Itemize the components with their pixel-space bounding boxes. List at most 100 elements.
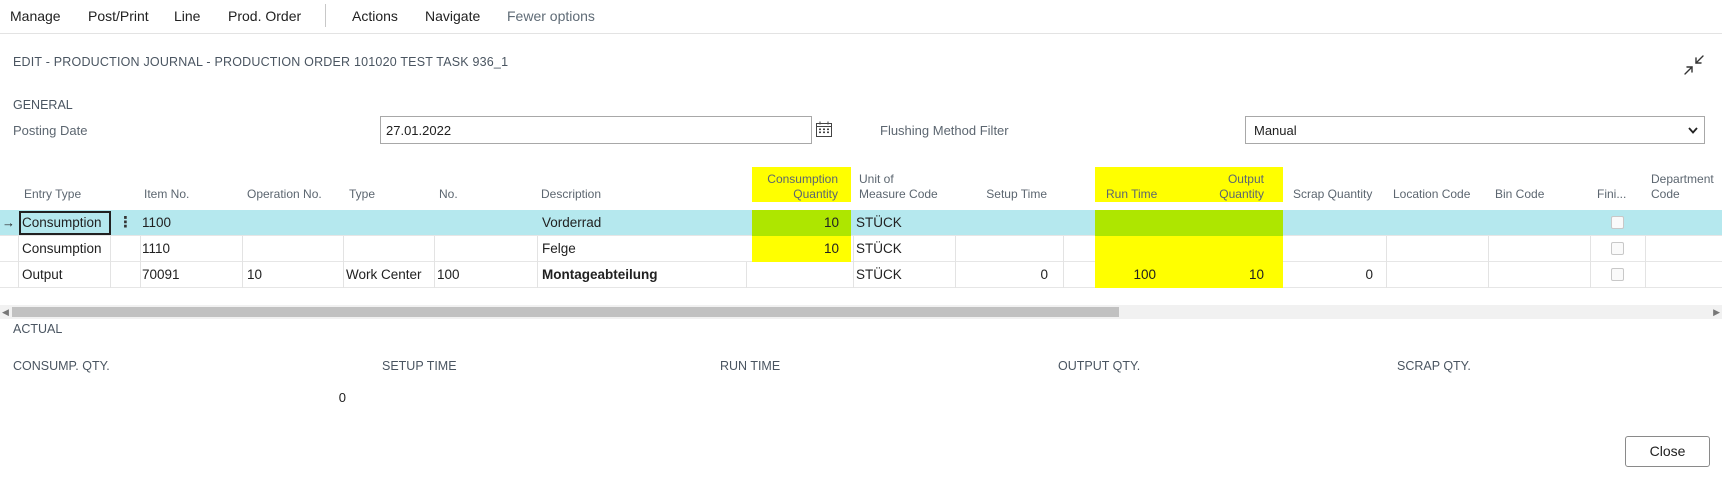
col-divider xyxy=(110,236,111,262)
cell-run-time[interactable] xyxy=(1100,210,1156,236)
col-divider xyxy=(1590,236,1591,262)
col-header-output-quantity-line1: Output xyxy=(1227,172,1264,186)
col-divider xyxy=(853,262,854,288)
cell-output-quantity[interactable]: 10 xyxy=(1180,262,1264,288)
cell-no[interactable]: 100 xyxy=(437,262,460,288)
cell-unit-of-measure[interactable]: STÜCK xyxy=(856,236,902,262)
col-header-finished[interactable]: Fini... xyxy=(1597,187,1626,202)
col-divider xyxy=(434,236,435,262)
cell-scrap-quantity[interactable] xyxy=(1290,210,1373,236)
col-header-entry-type[interactable]: Entry Type xyxy=(24,187,81,202)
menu-manage[interactable]: Manage xyxy=(10,8,61,24)
row-menu-icon[interactable]: ⋮ xyxy=(118,210,133,236)
col-divider xyxy=(1063,236,1064,262)
collapse-arrows-icon[interactable] xyxy=(1682,53,1706,77)
cell-output-quantity[interactable] xyxy=(1180,236,1264,262)
scroll-right-arrow-icon[interactable]: ▶ xyxy=(1713,305,1720,319)
menu-post-print[interactable]: Post/Print xyxy=(88,8,149,24)
page-title: EDIT - PRODUCTION JOURNAL - PRODUCTION O… xyxy=(13,55,509,69)
finished-checkbox[interactable] xyxy=(1611,216,1624,229)
cell-consumption-quantity[interactable]: 10 xyxy=(752,236,839,262)
journal-lines-grid: Entry Type Item No. Operation No. Type N… xyxy=(0,150,1722,288)
col-header-consumption-quantity[interactable]: Consumption Quantity xyxy=(752,172,838,202)
menu-prod-order[interactable]: Prod. Order xyxy=(228,8,301,24)
col-header-department-line1: Department xyxy=(1651,172,1714,186)
table-row[interactable]: Consumption 1110 Felge 10 STÜCK xyxy=(0,236,1722,262)
col-header-uom-line2: Measure Code xyxy=(859,187,938,201)
cell-consumption-quantity[interactable] xyxy=(752,262,839,288)
action-bar: Manage Post/Print Line Prod. Order Actio… xyxy=(0,0,1722,34)
cell-description[interactable]: Felge xyxy=(542,236,576,262)
actual-consump-qty-label: CONSUMP. QTY. xyxy=(13,359,110,373)
col-header-no[interactable]: No. xyxy=(439,187,458,202)
col-header-operation-no[interactable]: Operation No. xyxy=(247,187,322,202)
chevron-down-icon xyxy=(1688,127,1698,134)
cell-run-time[interactable]: 100 xyxy=(1100,262,1156,288)
flushing-method-value: Manual xyxy=(1254,123,1297,138)
cell-unit-of-measure[interactable]: STÜCK xyxy=(856,262,902,288)
cell-setup-time[interactable] xyxy=(955,236,1048,262)
col-divider xyxy=(434,262,435,288)
col-divider xyxy=(140,262,141,288)
col-header-output-quantity-line2: Quantity xyxy=(1219,187,1264,201)
col-header-item-no[interactable]: Item No. xyxy=(144,187,189,202)
col-divider xyxy=(1645,262,1646,288)
cell-entry-type[interactable]: Consumption xyxy=(22,210,102,236)
cell-consumption-quantity[interactable]: 10 xyxy=(752,210,839,236)
scrollbar-thumb[interactable] xyxy=(12,307,1119,317)
col-header-output-quantity[interactable]: Output Quantity xyxy=(1180,172,1264,202)
cell-setup-time[interactable] xyxy=(955,210,1048,236)
finished-checkbox[interactable] xyxy=(1611,268,1624,281)
col-divider xyxy=(343,262,344,288)
col-header-scrap-quantity[interactable]: Scrap Quantity xyxy=(1293,187,1372,202)
general-section-title: GENERAL xyxy=(13,98,73,112)
col-header-type[interactable]: Type xyxy=(349,187,375,202)
actual-run-time-label: RUN TIME xyxy=(720,359,781,373)
col-header-description[interactable]: Description xyxy=(541,187,601,202)
menu-navigate[interactable]: Navigate xyxy=(425,8,480,24)
horizontal-scrollbar[interactable]: ◀ ▶ xyxy=(0,305,1722,319)
cell-entry-type[interactable]: Consumption xyxy=(22,236,102,262)
table-row[interactable]: → Consumption ⋮ 1100 Vorderrad 10 STÜCK xyxy=(0,210,1722,236)
cell-entry-type[interactable]: Output xyxy=(22,262,63,288)
cell-item-no[interactable]: 1110 xyxy=(142,236,170,262)
cell-scrap-quantity[interactable] xyxy=(1290,236,1373,262)
menu-fewer-options[interactable]: Fewer options xyxy=(507,8,595,24)
col-divider xyxy=(1488,236,1489,262)
col-header-setup-time[interactable]: Setup Time xyxy=(950,187,1047,202)
col-divider xyxy=(537,262,538,288)
col-header-run-time[interactable]: Run Time xyxy=(1106,187,1157,202)
col-divider xyxy=(1645,236,1646,262)
cell-unit-of-measure[interactable]: STÜCK xyxy=(856,210,902,236)
actual-scrap-qty-label: SCRAP QTY. xyxy=(1397,359,1471,373)
cell-item-no[interactable]: 70091 xyxy=(142,262,180,288)
cell-item-no[interactable]: 1100 xyxy=(142,210,171,236)
col-divider xyxy=(537,236,538,262)
cell-run-time[interactable] xyxy=(1100,236,1156,262)
cell-operation-no[interactable]: 10 xyxy=(247,262,262,288)
cell-type[interactable]: Work Center xyxy=(346,262,422,288)
col-header-bin-code[interactable]: Bin Code xyxy=(1495,187,1544,202)
close-button[interactable]: Close xyxy=(1625,436,1710,467)
cell-description[interactable]: Vorderrad xyxy=(542,210,601,236)
menu-line[interactable]: Line xyxy=(174,8,200,24)
scroll-left-arrow-icon[interactable]: ◀ xyxy=(2,305,9,319)
col-header-consumption-quantity-line1: Consumption xyxy=(767,172,838,186)
flushing-method-select[interactable]: Manual xyxy=(1245,116,1705,144)
table-row[interactable]: Output 70091 10 Work Center 100 Montagea… xyxy=(0,262,1722,288)
cell-output-quantity[interactable] xyxy=(1180,210,1264,236)
col-header-unit-of-measure[interactable]: Unit of Measure Code xyxy=(859,172,938,202)
cell-setup-time[interactable]: 0 xyxy=(955,262,1048,288)
finished-checkbox[interactable] xyxy=(1611,242,1624,255)
posting-date-input[interactable]: 27.01.2022 xyxy=(380,116,812,144)
col-divider xyxy=(18,236,19,262)
cell-scrap-quantity[interactable]: 0 xyxy=(1290,262,1373,288)
col-header-location-code[interactable]: Location Code xyxy=(1393,187,1470,202)
actual-consump-qty-value: 0 xyxy=(338,390,346,405)
col-header-department-code[interactable]: Department Code xyxy=(1651,172,1714,202)
col-divider xyxy=(1488,262,1489,288)
col-divider xyxy=(746,262,747,288)
menu-actions[interactable]: Actions xyxy=(352,8,398,24)
calendar-icon[interactable] xyxy=(815,121,833,138)
cell-description[interactable]: Montageabteilung xyxy=(542,262,658,288)
